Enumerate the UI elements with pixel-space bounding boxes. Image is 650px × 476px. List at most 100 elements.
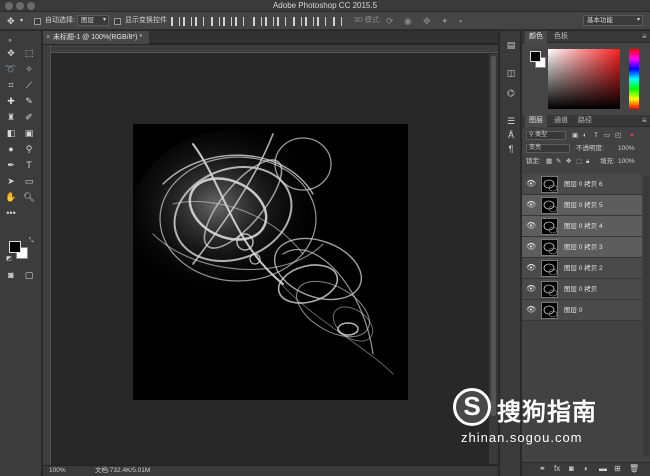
fx-icon[interactable]: fx	[554, 464, 560, 473]
visibility-eye-icon[interactable]: 👁︎	[526, 179, 536, 188]
gradient-tool-icon[interactable]: ▣	[22, 127, 36, 139]
healing-brush-tool-icon[interactable]: ✚	[4, 95, 18, 107]
distribute-bottom-icon[interactable]	[276, 17, 286, 26]
layers-scrollbar[interactable]	[643, 176, 649, 456]
tab-paths[interactable]: 路径	[574, 115, 596, 127]
distribute-hcenter-icon[interactable]	[304, 17, 314, 26]
hand-tool-icon[interactable]: ✋	[4, 191, 18, 203]
layer-row[interactable]: 👁︎ 图层 0 拷贝 5	[522, 195, 642, 216]
close-icon[interactable]: ×	[46, 31, 50, 44]
visibility-eye-icon[interactable]: 👁︎	[526, 263, 536, 272]
align-hcenter-icon[interactable]	[222, 17, 232, 26]
align-top-icon[interactable]	[170, 17, 180, 26]
marquee-tool-icon[interactable]: ⬚	[22, 47, 36, 59]
layer-thumbnail[interactable]	[541, 260, 558, 277]
trash-icon[interactable]: 🗑︎	[629, 464, 639, 473]
paragraph-panel-icon[interactable]: ¶	[505, 143, 517, 155]
document-info[interactable]: 文档:732.4K/5.01M	[95, 466, 150, 476]
visibility-eye-icon[interactable]: 👁︎	[526, 242, 536, 251]
distribute-vcenter-icon[interactable]	[264, 17, 274, 26]
history-brush-tool-icon[interactable]: ✐	[22, 111, 36, 123]
auto-align-icon[interactable]	[332, 17, 342, 26]
tab-layers[interactable]: 图层	[525, 115, 547, 127]
show-transform-checkbox[interactable]	[114, 18, 121, 25]
horizontal-ruler[interactable]	[51, 45, 498, 53]
magic-wand-tool-icon[interactable]: ✧	[22, 63, 36, 75]
align-vcenter-icon[interactable]	[182, 17, 192, 26]
type-tool-icon[interactable]: T	[22, 159, 36, 171]
filter-shape-icon[interactable]: ▭	[604, 130, 610, 142]
align-left-icon[interactable]	[210, 17, 220, 26]
filter-pixel-icon[interactable]: ▣	[572, 130, 578, 142]
swap-colors-icon[interactable]: ⤡	[24, 235, 38, 247]
3d-roll-icon[interactable]: ◉	[404, 15, 412, 27]
filter-type-icon[interactable]: T	[594, 130, 598, 142]
distribute-left-icon[interactable]	[292, 17, 302, 26]
layer-row[interactable]: 👁︎ 图层 0 拷贝 6	[522, 174, 642, 195]
canvas-area[interactable]	[52, 54, 488, 464]
distribute-top-icon[interactable]	[252, 17, 262, 26]
dodge-tool-icon[interactable]: ⚲	[22, 143, 36, 155]
layer-thumbnail[interactable]	[541, 302, 558, 319]
auto-select-dropdown[interactable]: 图层 ▾	[77, 15, 109, 26]
eraser-tool-icon[interactable]: ◧	[4, 127, 18, 139]
new-layer-icon[interactable]: ⊞	[614, 464, 621, 473]
filter-toggle-icon[interactable]: ●	[630, 130, 634, 142]
eyedropper-tool-icon[interactable]: ⟋	[22, 79, 36, 91]
history-panel-icon[interactable]: ▤	[505, 39, 517, 51]
lock-all-icon[interactable]: 🔒︎	[586, 156, 589, 168]
paths-panel-icon[interactable]: ☰	[505, 115, 517, 127]
screen-mode-icon[interactable]: ▢	[22, 269, 36, 281]
lock-image-icon[interactable]: ✎	[556, 156, 561, 168]
foreground-color-swatch[interactable]	[530, 51, 541, 62]
tab-channels[interactable]: 通道	[550, 115, 572, 127]
3d-scale-icon[interactable]: ▪	[459, 15, 462, 27]
lock-transparent-icon[interactable]: ▦	[546, 156, 552, 168]
layer-filter-dropdown[interactable]: ⚲ 类型	[526, 131, 566, 140]
crop-tool-icon[interactable]: ⌗	[4, 79, 18, 91]
panel-menu-icon[interactable]: ≡	[638, 31, 650, 43]
3d-pan-icon[interactable]: ✥	[423, 15, 431, 27]
link-icon[interactable]: ⚭	[539, 464, 546, 473]
character-panel-icon[interactable]: A	[505, 129, 517, 141]
filter-smart-object-icon[interactable]: ◰	[615, 130, 621, 142]
layer-thumbnail[interactable]	[541, 281, 558, 298]
panel-menu-icon[interactable]: ≡	[638, 115, 650, 127]
lock-position-icon[interactable]: ✥	[566, 156, 571, 168]
document-tab[interactable]: × 未标题-1 @ 100%(RGB/8*) *	[43, 31, 149, 44]
properties-panel-icon[interactable]: ◫	[505, 67, 517, 79]
move-tool-preset-icon[interactable]: ✥	[7, 15, 15, 27]
auto-select-checkbox[interactable]	[34, 18, 41, 25]
shape-tool-icon[interactable]: ▭	[22, 175, 36, 187]
mask-icon[interactable]: ◙	[569, 464, 574, 473]
distribute-right-icon[interactable]	[316, 17, 326, 26]
vertical-ruler[interactable]	[43, 45, 51, 465]
3d-rotate-icon[interactable]: ⟳	[386, 15, 394, 27]
blur-tool-icon[interactable]: ●	[4, 143, 18, 155]
lasso-tool-icon[interactable]: ➰	[4, 63, 18, 75]
fill-value[interactable]: 100%	[618, 156, 635, 168]
zoom-tool-icon[interactable]: 🔍︎	[22, 191, 36, 203]
hue-slider[interactable]	[629, 49, 639, 109]
workspace-dropdown[interactable]: 基本功能 ▾	[583, 15, 643, 26]
pen-tool-icon[interactable]: ✒	[4, 159, 18, 171]
layer-row[interactable]: 👁︎ 图层 0 拷贝 3	[522, 237, 642, 258]
layer-row[interactable]: 👁︎ 图层 0 拷贝 4	[522, 216, 642, 237]
tab-swatches[interactable]: 色板	[550, 31, 572, 43]
move-tool-icon[interactable]: ✥	[4, 47, 18, 59]
brush-tool-icon[interactable]: ✎	[22, 95, 36, 107]
layer-row[interactable]: 👁︎ 图层 0 拷贝 2	[522, 258, 642, 279]
layer-thumbnail[interactable]	[541, 176, 558, 193]
default-colors-icon[interactable]: ◩	[2, 253, 16, 265]
align-bottom-icon[interactable]	[194, 17, 204, 26]
foreground-color-swatch[interactable]	[9, 241, 21, 253]
align-right-icon[interactable]	[234, 17, 244, 26]
visibility-eye-icon[interactable]: 👁︎	[526, 305, 536, 314]
adjustment-icon[interactable]: ◐	[584, 464, 589, 473]
tab-color[interactable]: 颜色	[525, 31, 547, 43]
clone-stamp-tool-icon[interactable]: ♜	[4, 111, 18, 123]
filter-adjustment-icon[interactable]: ◐	[583, 130, 587, 142]
path-selection-tool-icon[interactable]: ➤	[4, 175, 18, 187]
scrollbar-thumb[interactable]	[491, 56, 496, 416]
group-icon[interactable]: ▬	[599, 464, 607, 473]
